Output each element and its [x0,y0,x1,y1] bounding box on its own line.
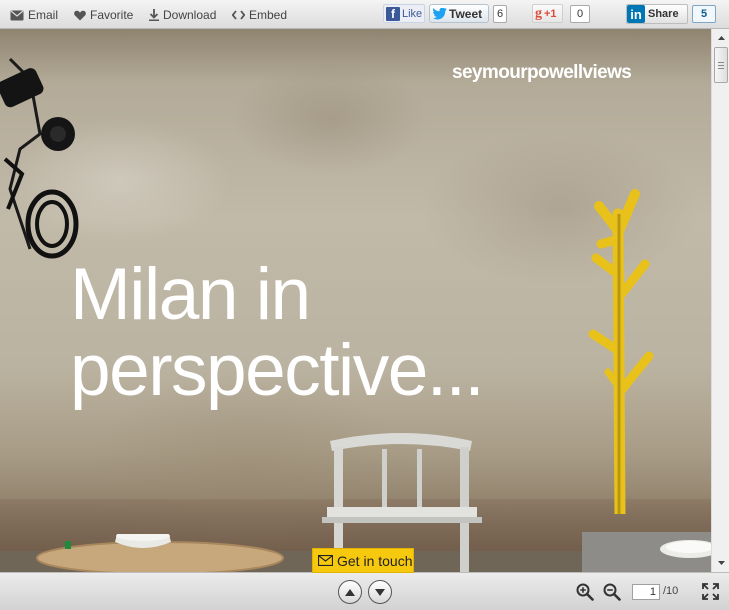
top-toolbar: Email Favorite Download Embed f Like Twe… [0,0,729,29]
page-total: /10 [663,585,679,597]
scroll-up-arrow[interactable] [713,30,729,46]
fullscreen-icon[interactable] [702,583,719,600]
google-plus-icon: g [535,5,542,21]
slide-headline: Milan in perspective... [70,254,485,411]
embed-label: Embed [249,8,288,22]
headline-line-1: Milan in [70,254,311,335]
yellow-coat-hanger-image [588,189,654,514]
tweet-button[interactable]: Tweet [429,4,489,23]
scroll-down-arrow[interactable] [713,555,729,571]
google-plus-one-label: +1 [544,7,557,20]
code-brackets-icon [232,10,245,20]
download-button[interactable]: Download [149,7,216,23]
triangle-down-icon [717,561,725,565]
get-in-touch-label: Get in touch [337,552,413,569]
embed-button[interactable]: Embed [232,7,287,23]
twitter-bird-icon [433,7,447,20]
email-label: Email [28,8,59,22]
side-table-image [582,532,711,572]
previous-slide-button[interactable] [338,580,362,604]
linkedin-icon: in [627,5,645,23]
facebook-like-label: Like [402,7,423,20]
email-button[interactable]: Email [10,7,58,23]
bottom-navigation-bar: /10 [0,572,729,610]
slide-viewport: seymourpowellviews Milan in perspective.… [0,29,711,572]
zoom-in-icon[interactable] [576,583,594,601]
page-number-input[interactable] [632,584,660,600]
headline-line-2: perspective... [70,330,485,411]
facebook-icon: f [386,6,400,21]
triangle-up-icon [717,36,725,40]
download-arrow-icon [149,9,159,21]
chevron-down-icon [375,588,385,596]
tweet-count: 6 [493,5,507,23]
chevron-up-icon [345,588,355,596]
tweet-label: Tweet [449,6,483,21]
vertical-scrollbar[interactable] [711,29,729,572]
facebook-like-button[interactable]: f Like [383,4,425,23]
linkedin-share-count: 5 [692,5,716,23]
favorite-button[interactable]: Favorite [74,7,133,23]
linkedin-share-label: Share [648,8,679,20]
envelope-icon [318,555,333,566]
google-plus-one-button[interactable]: g +1 [532,4,563,23]
brand-wordmark: seymourpowellviews [452,62,632,83]
envelope-icon [10,10,24,20]
wooden-table-image [36,534,284,572]
studio-lamps-image [0,57,79,259]
linkedin-share-button[interactable]: in Share [626,4,688,24]
zoom-out-icon[interactable] [603,583,621,601]
get-in-touch-button[interactable]: Get in touch [312,548,414,573]
next-slide-button[interactable] [368,580,392,604]
heart-icon [74,10,86,20]
download-label: Download [163,8,217,22]
google-plus-count: 0 [570,5,590,23]
scrollbar-thumb[interactable] [714,47,728,83]
favorite-label: Favorite [90,8,134,22]
